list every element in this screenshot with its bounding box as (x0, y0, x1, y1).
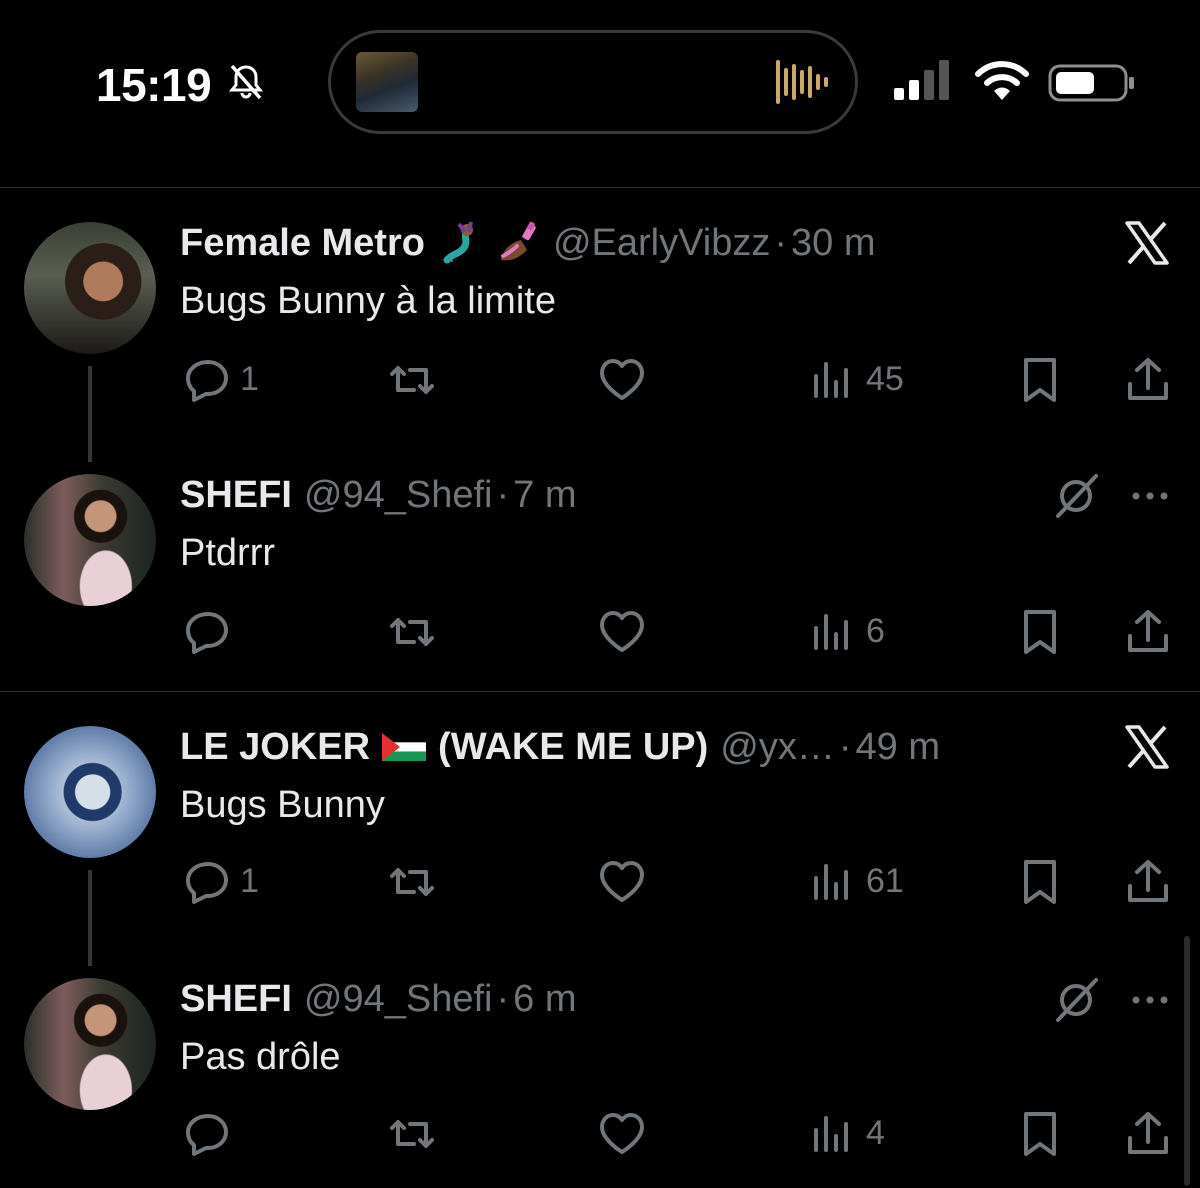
retweet-icon[interactable] (388, 858, 436, 906)
heart-icon[interactable] (598, 356, 646, 404)
views-icon[interactable] (810, 858, 858, 906)
handle[interactable]: @94_Shefi (304, 474, 493, 517)
palestine-flag-icon (382, 733, 427, 761)
views-icon[interactable] (810, 608, 858, 656)
reply-icon[interactable] (184, 608, 232, 656)
retweet-icon[interactable] (388, 1110, 436, 1158)
reply-count: 1 (240, 862, 259, 900)
wifi-icon (975, 61, 1029, 100)
now-playing-thumbnail[interactable] (356, 52, 418, 112)
more-icon[interactable] (1126, 472, 1174, 520)
scrollbar[interactable] (1184, 936, 1190, 1186)
audio-waveform-icon (776, 60, 828, 104)
timestamp[interactable]: 6 m (513, 978, 576, 1021)
separator: · (838, 725, 852, 768)
views-count: 6 (866, 612, 885, 650)
reply-icon[interactable] (184, 356, 232, 404)
handle[interactable]: @yx… (720, 726, 835, 769)
nail-polish-emoji-icon (500, 221, 536, 261)
reply-icon[interactable] (184, 1110, 232, 1158)
status-time: 15:19 (96, 59, 212, 111)
x-logo-icon[interactable] (1124, 220, 1170, 266)
muted-icon[interactable] (1052, 472, 1100, 520)
retweet-icon[interactable] (388, 356, 436, 404)
display-name[interactable]: SHEFI (180, 978, 292, 1021)
separator: · (496, 473, 510, 516)
heart-icon[interactable] (598, 1110, 646, 1158)
mermaid-emoji-icon (442, 221, 473, 264)
cellular-signal-icon (894, 60, 949, 100)
battery-icon (1048, 64, 1134, 102)
avatar[interactable] (24, 222, 156, 354)
bell-muted-icon (228, 64, 264, 100)
bookmark-icon[interactable] (1016, 608, 1064, 656)
tweet-header: Female Metro @EarlyVibzz · 30 m (180, 218, 876, 268)
x-logo-icon[interactable] (1124, 724, 1170, 770)
tweet-text: Bugs Bunny (180, 784, 385, 826)
handle[interactable]: @94_Shefi (304, 978, 493, 1021)
reply-icon[interactable] (184, 858, 232, 906)
views-icon[interactable] (810, 356, 858, 404)
bookmark-icon[interactable] (1016, 858, 1064, 906)
timestamp[interactable]: 30 m (791, 222, 875, 265)
timestamp[interactable]: 7 m (513, 474, 576, 517)
display-name[interactable]: LE JOKER (180, 726, 370, 769)
tweet-header: LE JOKER (WAKE ME UP) @yx… · 49 m (180, 722, 940, 772)
divider (0, 187, 1200, 188)
bookmark-icon[interactable] (1016, 356, 1064, 404)
display-name-suffix[interactable]: (WAKE ME UP) (438, 726, 708, 769)
muted-icon[interactable] (1052, 976, 1100, 1024)
views-icon[interactable] (810, 1110, 858, 1158)
divider (0, 691, 1200, 692)
tweet-text: Ptdrrr (180, 532, 275, 574)
retweet-icon[interactable] (388, 608, 436, 656)
separator: · (496, 977, 510, 1020)
tweet-text: Pas drôle (180, 1036, 341, 1078)
tweet-header: SHEFI @94_Shefi · 7 m (180, 470, 577, 520)
more-icon[interactable] (1126, 976, 1174, 1024)
display-name[interactable]: SHEFI (180, 474, 292, 517)
share-icon[interactable] (1124, 608, 1172, 656)
bookmark-icon[interactable] (1016, 1110, 1064, 1158)
reply-count: 1 (240, 360, 259, 398)
display-name[interactable]: Female Metro (180, 222, 425, 265)
share-icon[interactable] (1124, 858, 1172, 906)
views-count: 4 (866, 1114, 885, 1152)
avatar[interactable] (24, 474, 156, 606)
share-icon[interactable] (1124, 1110, 1172, 1158)
thread-connector (88, 870, 92, 966)
heart-icon[interactable] (598, 608, 646, 656)
share-icon[interactable] (1124, 356, 1172, 404)
heart-icon[interactable] (598, 858, 646, 906)
thread-connector (88, 366, 92, 462)
views-count: 61 (866, 862, 904, 900)
avatar[interactable] (24, 978, 156, 1110)
handle[interactable]: @EarlyVibzz (553, 222, 770, 265)
tweet-header: SHEFI @94_Shefi · 6 m (180, 974, 577, 1024)
tweet-text: Bugs Bunny à la limite (180, 280, 556, 322)
separator: · (774, 221, 788, 264)
views-count: 45 (866, 360, 904, 398)
timestamp[interactable]: 49 m (856, 726, 940, 769)
avatar[interactable] (24, 726, 156, 858)
